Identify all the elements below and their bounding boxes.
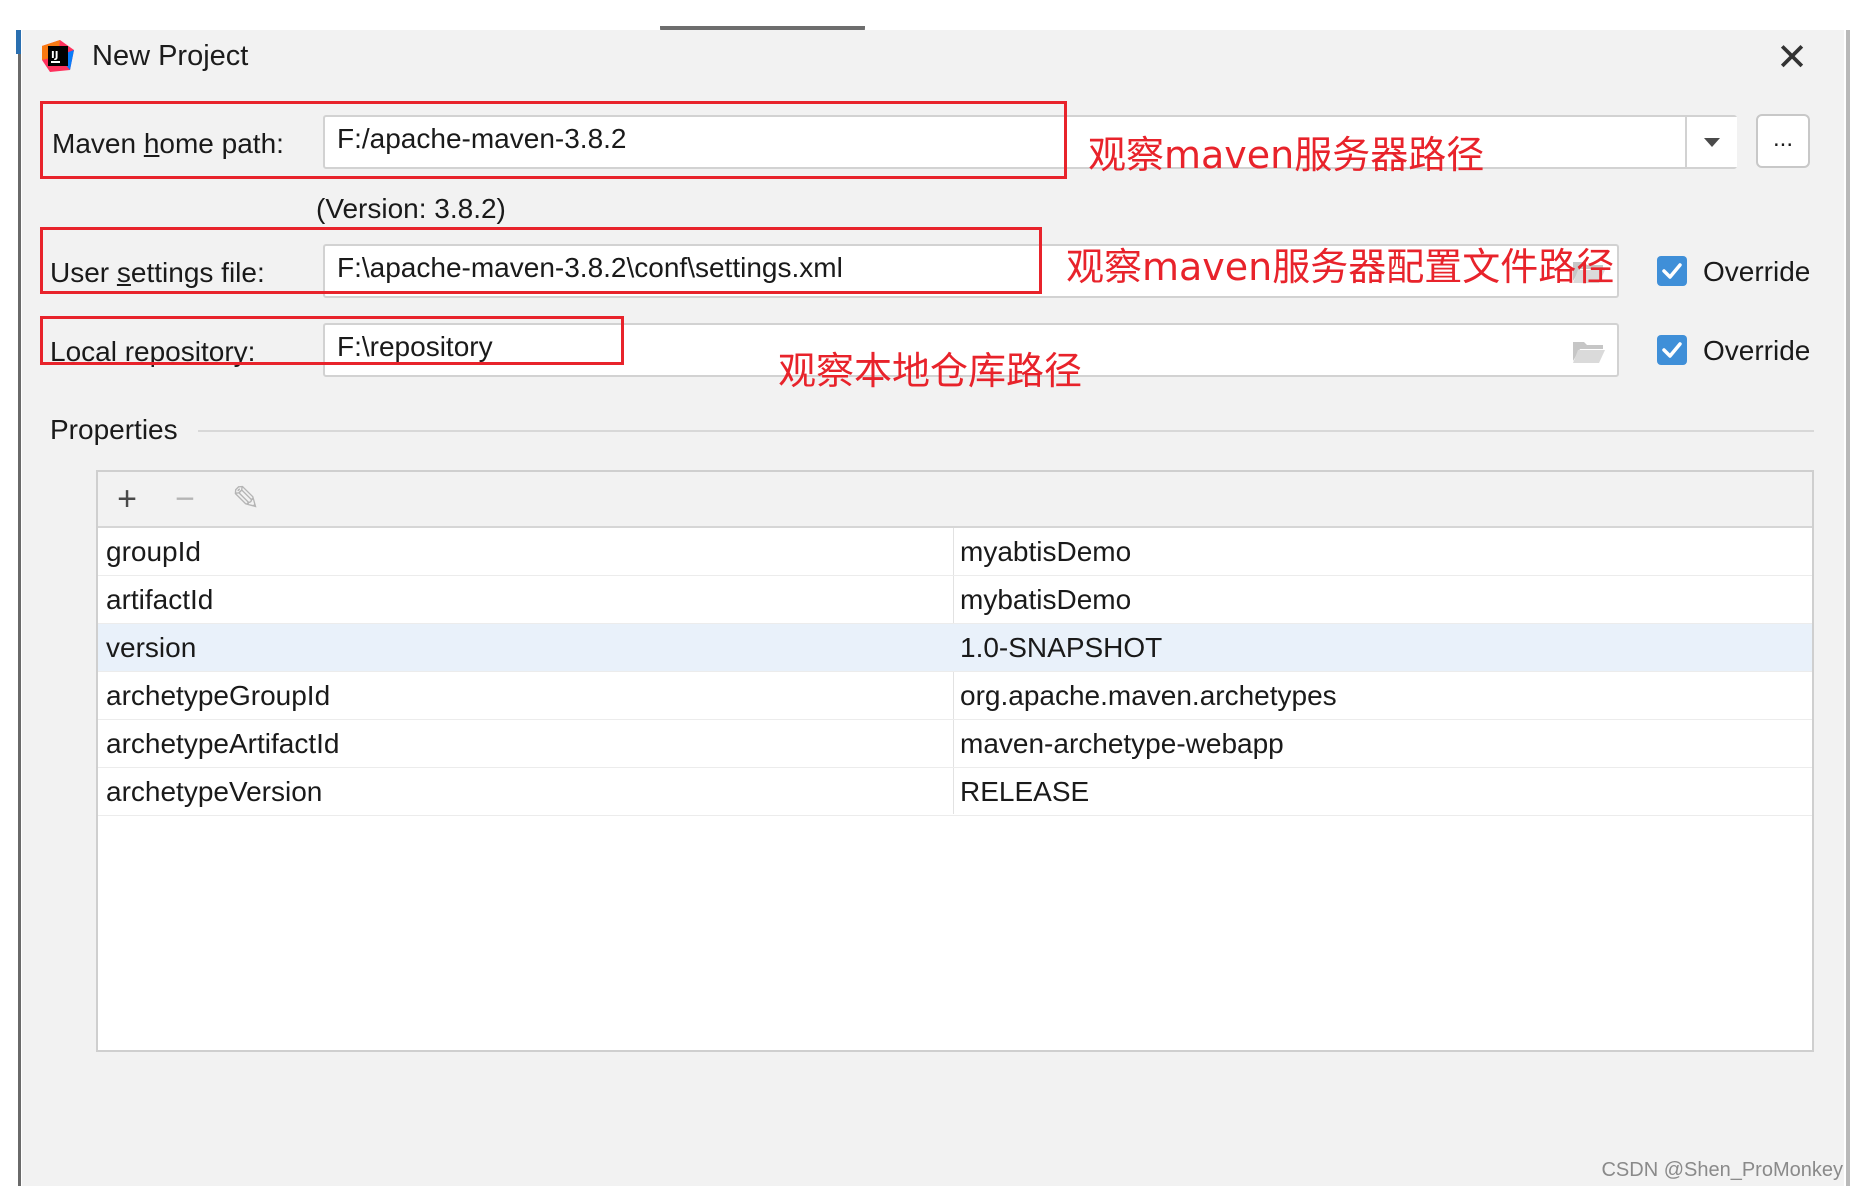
intellij-app-icon: IJ [42,40,74,72]
add-property-button[interactable]: + [107,479,147,519]
property-key: version [106,632,197,663]
svg-text:IJ: IJ [51,50,58,61]
window-right-border [1846,30,1850,1186]
table-row[interactable]: artifactId mybatisDemo [98,576,1812,624]
annotation-maven-home-note: 观察maven服务器路径 [1088,133,1485,177]
table-row[interactable]: archetypeArtifactId maven-archetype-weba… [98,720,1812,768]
screen-top-strip [0,0,1853,30]
check-icon [1662,342,1682,358]
property-value[interactable]: mybatisDemo [960,576,1131,624]
annotation-local-repo-note: 观察本地仓库路径 [778,349,1083,393]
property-value[interactable]: maven-archetype-webapp [960,720,1284,768]
property-key: archetypeVersion [106,776,323,807]
properties-section-divider [198,430,1814,432]
table-row-selected[interactable]: version 1.0-SNAPSHOT [98,624,1812,672]
annotation-box-maven-home [40,101,1067,179]
property-key: groupId [106,536,201,567]
window-left-accent [16,30,21,54]
user-settings-override-checkbox[interactable] [1657,256,1687,286]
annotation-user-settings-note: 观察maven服务器配置文件路径 [1066,245,1615,289]
property-key: archetypeGroupId [106,680,331,711]
annotation-box-user-settings [40,227,1042,294]
property-value[interactable]: org.apache.maven.archetypes [960,672,1337,720]
check-icon [1662,263,1682,279]
property-value[interactable]: myabtisDemo [960,528,1131,576]
edit-property-button[interactable]: ✎ [226,479,266,519]
properties-toolbar [98,472,1812,528]
table-row[interactable]: archetypeVersion RELEASE [98,768,1812,816]
properties-section-title: Properties [50,414,178,445]
property-value[interactable]: RELEASE [960,768,1089,816]
csdn-watermark: CSDN @Shen_ProMonkey [1601,1159,1843,1181]
close-button[interactable]: ✕ [1772,38,1812,78]
local-repo-override-label[interactable]: Override [1703,335,1810,367]
user-settings-override-label[interactable]: Override [1703,256,1810,288]
maven-home-browse-button[interactable]: ... [1756,114,1810,168]
dialog-title: New Project [92,40,249,72]
property-key: archetypeArtifactId [106,728,340,759]
annotation-box-local-repo [40,316,624,365]
window-left-border [18,30,21,1186]
folder-open-icon[interactable] [1572,338,1606,364]
property-value[interactable]: 1.0-SNAPSHOT [960,624,1162,672]
local-repo-override-checkbox[interactable] [1657,335,1687,365]
maven-home-dropdown-button[interactable] [1685,117,1737,167]
table-row[interactable]: archetypeGroupId org.apache.maven.archet… [98,672,1812,720]
maven-version-text: (Version: 3.8.2) [316,193,506,224]
chevron-down-icon [1704,138,1720,147]
table-row[interactable]: groupId myabtisDemo [98,528,1812,576]
property-key: artifactId [106,584,214,615]
remove-property-button[interactable]: − [165,479,205,519]
